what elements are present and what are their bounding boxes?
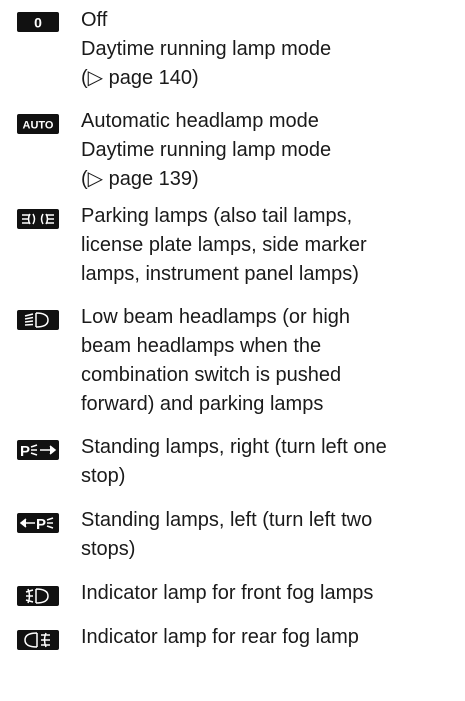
auto-label: Automatic headlamp mode — [81, 110, 319, 132]
front-fog-label: Indicator lamp for front fog lamps — [81, 582, 374, 604]
low-beam-line-1: Low beam headlamps (or high — [81, 306, 351, 328]
rear-fog-lamp-icon — [17, 630, 59, 650]
svg-text:0: 0 — [34, 15, 42, 31]
svg-text:P: P — [20, 443, 30, 460]
svg-text:P: P — [36, 516, 46, 533]
svg-text:AUTO: AUTO — [23, 120, 54, 132]
standing-right-line-1: Standing lamps, right (turn left one — [81, 436, 387, 458]
rear-fog-label: Indicator lamp for rear fog lamp — [81, 626, 359, 648]
low-beam-line-4: forward) and parking lamps — [81, 393, 324, 415]
low-beam-line-3: combination switch is pushed — [81, 364, 342, 386]
parking-lamps-line-3: lamps, instrument panel lamps) — [81, 263, 359, 285]
low-beam-line-2: beam headlamps when the — [81, 335, 322, 357]
auto-page-reference: (▷ page 139) — [81, 168, 199, 190]
standing-left-line-2: stops) — [81, 538, 136, 560]
standing-lamps-right-icon: P — [17, 440, 59, 460]
low-beam-icon — [17, 310, 59, 330]
parking-lamps-line-2: license plate lamps, side marker — [81, 234, 367, 256]
off-label: Off — [81, 9, 108, 31]
auto-symbol: AUTO — [17, 114, 59, 134]
standing-right-line-2: stop) — [81, 465, 126, 487]
off-symbol: 0 — [17, 12, 59, 32]
standing-lamps-left-icon: P — [17, 513, 59, 533]
auto-description: Daytime running lamp mode — [81, 139, 332, 161]
off-page-reference: (▷ page 140) — [81, 67, 199, 89]
standing-left-line-1: Standing lamps, left (turn left two — [81, 509, 373, 531]
front-fog-lamp-icon — [17, 586, 59, 606]
off-description: Daytime running lamp mode — [81, 38, 332, 60]
parking-lamps-line-1: Parking lamps (also tail lamps, — [81, 205, 353, 227]
parking-lamps-icon — [17, 209, 59, 229]
